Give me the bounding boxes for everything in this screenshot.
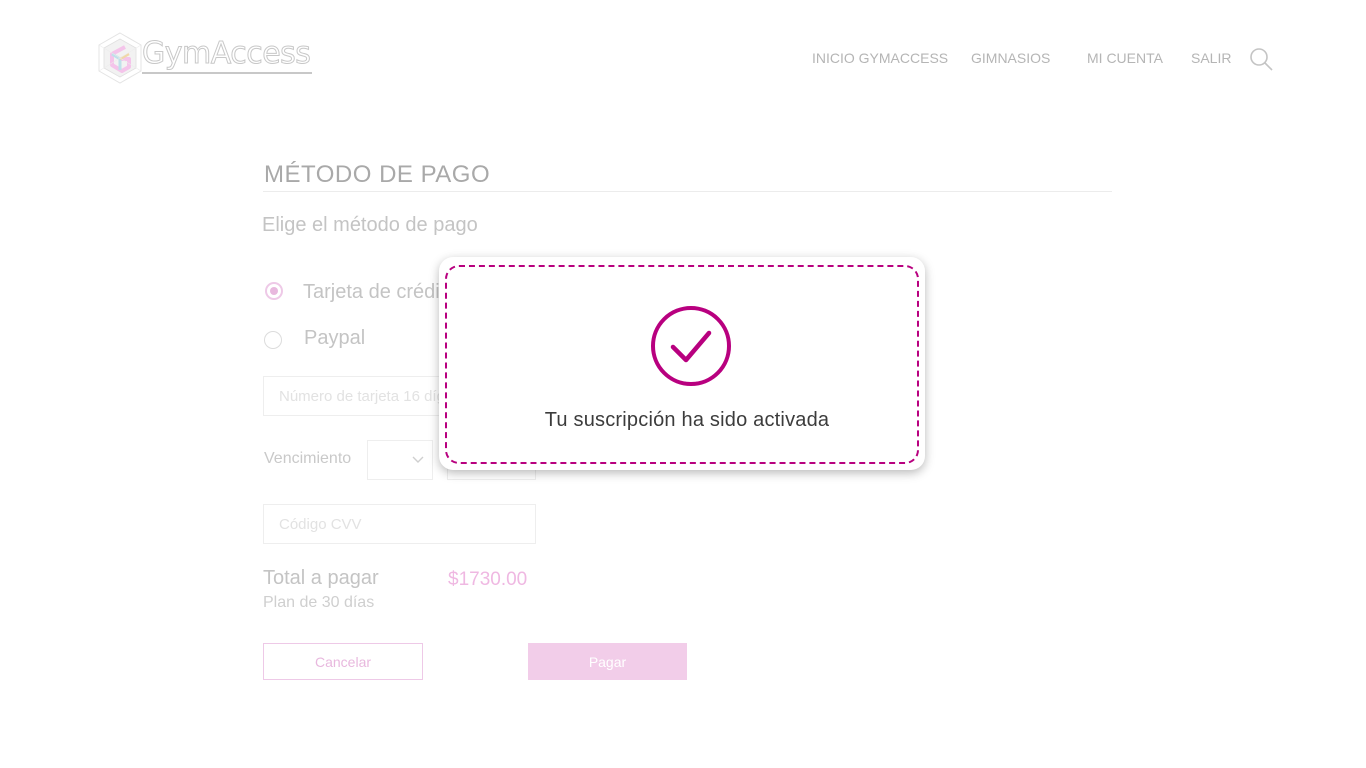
modal-dashed-frame: Tu suscripción ha sido activada [445,265,919,464]
success-modal: Tu suscripción ha sido activada [439,257,925,470]
total-amount: $1730.00 [448,569,528,590]
expiration-month-select[interactable] [367,440,433,480]
logo-mark-icon [98,32,142,84]
nav-gimnasios[interactable]: GIMNASIOS [971,50,1050,66]
total-label: Total a pagar [263,567,379,589]
check-circle-icon [651,306,731,386]
page-title: MÉTODO DE PAGO [264,161,491,188]
radio-credit-card[interactable] [265,282,283,300]
gymaccess-logo[interactable]: GymAccess [95,30,313,86]
chevron-down-icon [412,456,424,463]
nav-mi-cuenta[interactable]: MI CUENTA [1087,50,1163,66]
pay-button[interactable]: Pagar [528,643,687,680]
nav-salir[interactable]: SALIR [1191,50,1231,66]
nav-inicio[interactable]: INICIO GYMACCESS [812,50,948,66]
search-icon[interactable] [1249,47,1273,71]
modal-message: Tu suscripción ha sido activada [544,409,830,431]
title-divider [263,191,1112,192]
plan-label: Plan de 30 días [263,594,375,611]
cvv-input[interactable] [263,504,536,544]
expiration-label: Vencimiento [264,450,352,467]
logo-text: GymAccess [141,36,313,74]
payment-subtitle: Elige el método de pago [262,214,478,236]
radio-label-paypal: Paypal [304,327,366,349]
cancel-button[interactable]: Cancelar [263,643,423,680]
radio-label-credit-card: Tarjeta de crédito [303,281,457,303]
radio-paypal[interactable] [264,331,282,349]
